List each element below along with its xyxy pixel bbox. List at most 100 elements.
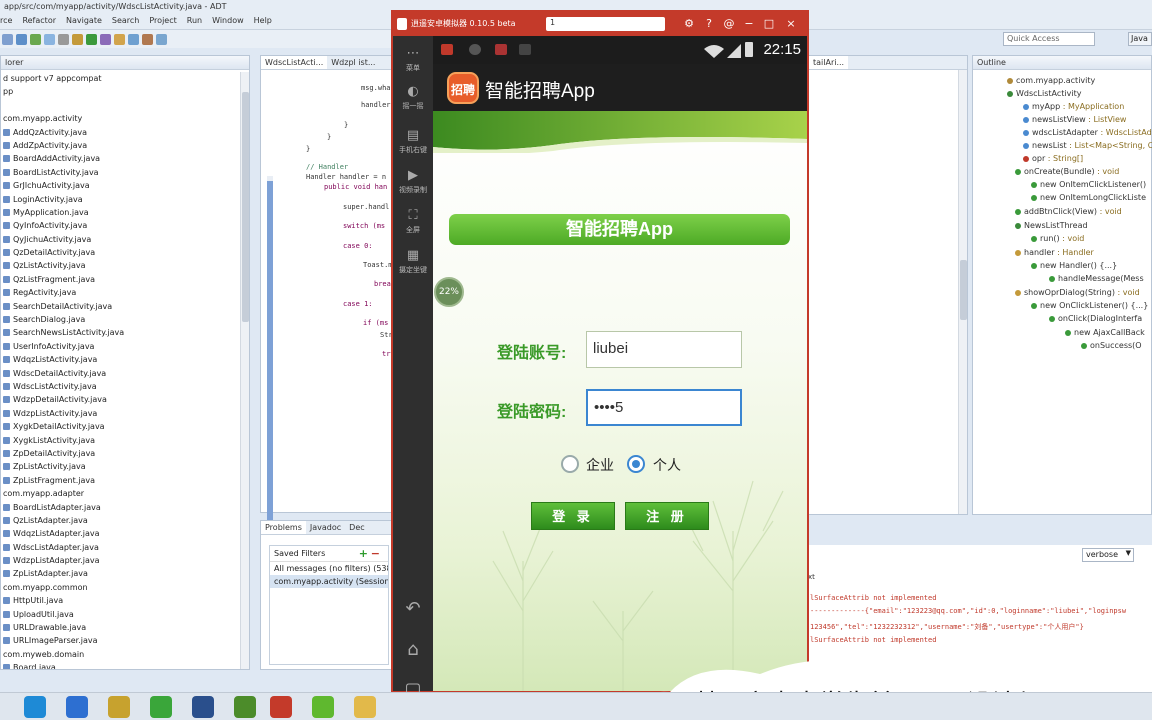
package-tree-item[interactable]: QyJichuActivity.java (1, 233, 239, 246)
ie-icon[interactable] (108, 696, 130, 718)
outline-item[interactable]: addBtnClick(View) : void (1015, 207, 1122, 216)
package-tree-item[interactable]: QzDetailActivity.java (1, 246, 239, 259)
package-tree-item[interactable]: WdzpListAdapter.java (1, 554, 239, 567)
external-tools-icon[interactable] (100, 33, 111, 45)
package-tree-item[interactable]: BoardAddActivity.java (1, 152, 239, 165)
package-tree-item[interactable]: SearchDetailActivity.java (1, 300, 239, 313)
emulator-side-button[interactable]: ▤ 手机右键 (393, 128, 433, 155)
menu-item[interactable]: Refactor (22, 16, 56, 25)
maximize-icon[interactable]: □ (761, 16, 777, 32)
problems-tab[interactable]: Javadoc (306, 521, 345, 534)
package-tree-item[interactable]: LoginActivity.java (1, 193, 239, 206)
package-tree-item[interactable]: Board.java (1, 661, 239, 669)
outline-item[interactable]: new OnItemLongClickListe (1031, 193, 1146, 202)
log-filter-item[interactable]: com.myapp.activity (Session f (270, 575, 388, 588)
package-tree-item[interactable]: QzListActivity.java (1, 259, 239, 272)
package-tree-item[interactable]: com.myapp.activity (1, 112, 239, 125)
save-icon[interactable] (16, 33, 27, 45)
folder-icon[interactable] (354, 696, 376, 718)
package-tree-item[interactable]: GrJlchuActivity.java (1, 179, 239, 192)
outline-item[interactable]: new AjaxCallBack (1065, 328, 1145, 337)
chrome-icon[interactable] (150, 696, 172, 718)
menu-item[interactable]: Navigate (66, 16, 102, 25)
close-icon[interactable]: × (783, 16, 799, 32)
outline-item[interactable]: onCreate(Bundle) : void (1015, 167, 1119, 176)
android-app-icon[interactable] (312, 696, 334, 718)
outline-item[interactable]: myApp : MyApplication (1023, 102, 1124, 111)
code-area[interactable]: msg.wha handler}}} // Handler Handler handl… (261, 70, 399, 512)
package-tree-item[interactable]: ZpListFragment.java (1, 474, 239, 487)
new-icon[interactable] (2, 33, 13, 45)
package-tree-item[interactable]: UserInfoActivity.java (1, 340, 239, 353)
search-icon[interactable] (128, 33, 139, 45)
package-tree-item[interactable]: WdqzListActivity.java (1, 353, 239, 366)
java-perspective-button[interactable]: Java (1128, 32, 1152, 46)
build-icon[interactable] (58, 33, 69, 45)
package-tree-item[interactable]: WdzpListActivity.java (1, 407, 239, 420)
package-tree-item[interactable]: QzListAdapter.java (1, 514, 239, 527)
editor-tab[interactable]: Wdzpl ist... (327, 56, 379, 69)
package-tree-item[interactable]: d support v7 appcompat (1, 72, 239, 85)
outline-item[interactable]: handler : Handler (1015, 248, 1094, 257)
outline-item[interactable]: com.myapp.activity (1007, 76, 1095, 85)
menu-item[interactable]: Search (112, 16, 139, 25)
emulator-side-button[interactable]: ▶ 视频录制 (393, 168, 433, 195)
add-filter-icon[interactable]: + (359, 547, 368, 560)
log-filter-item[interactable]: All messages (no filters) (538 (270, 562, 388, 575)
outline-item[interactable]: new OnItemClickListener() (1031, 180, 1146, 189)
emulator-side-button[interactable]: ⋯ 菜单 (393, 46, 433, 73)
log-level-select[interactable]: verbose ▼ (1082, 548, 1134, 562)
outline-item[interactable]: new OnClickListener() {...} (1031, 301, 1148, 310)
outline-item[interactable]: wdscListAdapter : WdscListAd (1023, 128, 1152, 137)
outline-item[interactable]: showOprDialog(String) : void (1015, 288, 1140, 297)
package-tree-item[interactable]: com.myapp.adapter (1, 487, 239, 500)
outline-item[interactable]: opr : String[] (1023, 154, 1083, 163)
package-tree-item[interactable]: XygkListActivity.java (1, 434, 239, 447)
emulator-search-input[interactable]: 1 (546, 17, 665, 31)
package-tree-item[interactable]: BoardListActivity.java (1, 166, 239, 179)
menu-item[interactable]: rce (0, 16, 12, 25)
menu-item[interactable]: Project (149, 16, 176, 25)
package-tree-item[interactable]: AddZpActivity.java (1, 139, 239, 152)
quick-access-input[interactable]: Quick Access (1003, 32, 1095, 46)
outline-item[interactable]: run() : void (1031, 234, 1084, 243)
package-tree-item[interactable]: QzListFragment.java (1, 273, 239, 286)
package-tree-item[interactable]: pp (1, 85, 239, 98)
package-explorer-tab[interactable]: lorer (1, 56, 249, 70)
package-tree-item[interactable] (1, 99, 239, 112)
outline-item[interactable]: newsList : List<Map<String, O (1023, 141, 1152, 150)
run-icon[interactable] (86, 33, 97, 45)
package-tree-item[interactable]: QyInfoActivity.java (1, 219, 239, 232)
package-tree-item[interactable]: SearchDialog.java (1, 313, 239, 326)
avd-icon[interactable] (44, 33, 55, 45)
menu-item[interactable]: Window (212, 16, 244, 25)
login-button[interactable]: 登 录 (531, 502, 615, 530)
outline-item[interactable]: handleMessage(Mess (1049, 274, 1144, 283)
network-app-icon[interactable] (66, 696, 88, 718)
package-scrollbar[interactable] (240, 72, 249, 669)
debug-icon[interactable] (72, 33, 83, 45)
account-input[interactable]: liubei (586, 331, 742, 368)
eclipse-icon[interactable] (192, 696, 214, 718)
outline-item[interactable]: onClick(DialogInterfa (1049, 314, 1142, 323)
package-tree-item[interactable]: ZpListAdapter.java (1, 567, 239, 580)
package-tree-item[interactable]: URLImageParser.java (1, 634, 239, 647)
emulator-side-button[interactable]: ⛶ 全屏 (393, 208, 433, 235)
package-tree-item[interactable]: UploadUtil.java (1, 608, 239, 621)
package-tree-item[interactable]: com.myweb.domain (1, 648, 239, 661)
outline-item[interactable]: newsListView : ListView (1023, 115, 1126, 124)
editor-tab[interactable]: WdscListActi... (261, 56, 328, 69)
outline-tab[interactable]: Outline (973, 56, 1151, 70)
outline-item[interactable]: NewsListThread (1015, 221, 1088, 230)
outline-item[interactable]: WdscListActivity (1007, 89, 1081, 98)
remove-filter-icon[interactable]: − (371, 547, 380, 560)
emulator-icon[interactable] (270, 696, 292, 718)
emulator-side-button[interactable]: ▦ 摄定坐键 (393, 248, 433, 275)
package-tree-item[interactable]: MyApplication.java (1, 206, 239, 219)
package-tree-item[interactable]: XygkDetailActivity.java (1, 420, 239, 433)
feedback-icon[interactable]: @ (721, 16, 737, 32)
package-tree-item[interactable]: URLDrawable.java (1, 621, 239, 634)
package-tree-item[interactable]: BoardListAdapter.java (1, 501, 239, 514)
problems-tab[interactable]: Problems (261, 521, 306, 534)
package-tree-item[interactable]: RegActivity.java (1, 286, 239, 299)
